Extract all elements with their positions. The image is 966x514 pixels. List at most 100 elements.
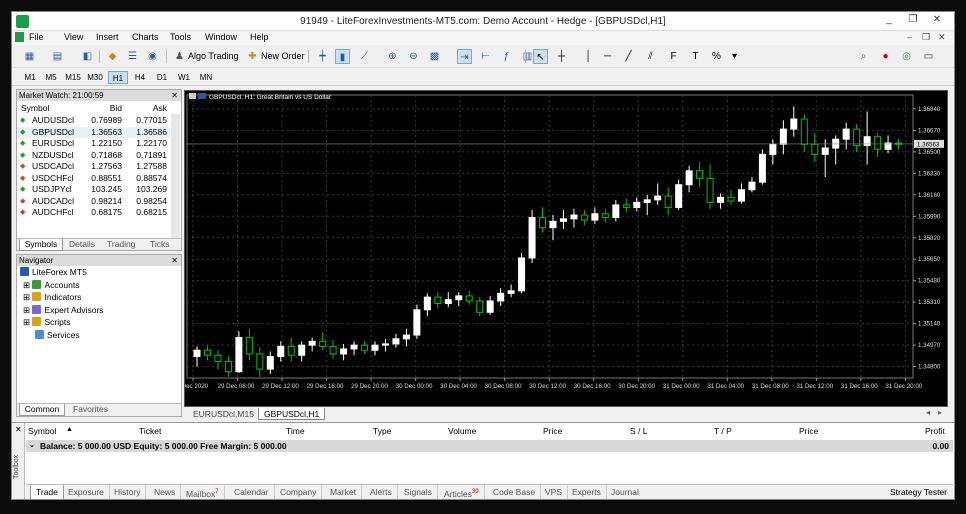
candlestick-chart-icon[interactable]: ▮ [335, 49, 350, 64]
market-watch-row[interactable]: ◆ EURUSDcl 1.22150 1.22170 [17, 138, 170, 149]
menu-view[interactable]: View [64, 32, 83, 42]
tab-vps[interactable]: VPS [545, 485, 569, 499]
algo-trading-icon[interactable]: ♟ [172, 49, 187, 64]
column-type[interactable]: Type [373, 426, 391, 436]
tab-experts[interactable]: Experts [572, 485, 607, 499]
navigator-item-services[interactable]: Services [35, 330, 80, 341]
tab-company[interactable]: Company [280, 485, 323, 499]
timeframe-h4[interactable]: H4 [130, 71, 150, 84]
market-watch-row[interactable]: ◆ AUDUSDcl 0.76989 0.77015 [17, 115, 170, 126]
market-watch-row[interactable]: ◆ NZDUSDcl 0.71868 0.71891 [17, 150, 170, 161]
market-watch-scrollbar[interactable] [171, 114, 180, 239]
timeframe-mn[interactable]: MN [196, 71, 216, 84]
close-icon[interactable]: ✕ [15, 425, 22, 434]
data-window-icon[interactable]: ☰ [125, 49, 140, 64]
column-price[interactable]: Price [543, 426, 562, 436]
column-current-price[interactable]: Price [799, 426, 818, 436]
scroll-right-icon[interactable]: ▸ [938, 408, 942, 417]
column-ask[interactable]: Ask [153, 103, 167, 114]
tab-signals[interactable]: Signals [404, 485, 438, 499]
column-profit[interactable]: Profit [925, 426, 945, 436]
crosshair-icon[interactable]: ┼ [554, 49, 569, 64]
auto-scroll-icon[interactable]: ⇥ [457, 49, 472, 64]
timeframe-m30[interactable]: M30 [85, 71, 105, 84]
mql5-community-icon[interactable]: ◎ [899, 49, 914, 64]
vertical-line-icon[interactable]: │ [581, 49, 596, 64]
menu-help[interactable]: Help [250, 32, 269, 42]
timeframe-m5[interactable]: M5 [41, 71, 61, 84]
profiles-icon[interactable]: ▤ [50, 49, 65, 64]
mdi-restore-button[interactable]: ❐ [922, 32, 930, 43]
tab-ticks[interactable]: Ticks [150, 239, 170, 251]
market-watch-row[interactable]: ◆ GBPUSDcl 1.36563 1.36586 [17, 126, 170, 138]
zoom-out-icon[interactable]: ⊖ [406, 49, 421, 64]
tab-common[interactable]: Common [19, 404, 65, 416]
tab-details[interactable]: Details [69, 239, 95, 251]
close-icon[interactable]: ✕ [171, 90, 178, 101]
tab-code-base[interactable]: Code Base [493, 485, 542, 499]
notifications-icon[interactable]: ● [878, 49, 893, 64]
column-volume[interactable]: Volume [448, 426, 476, 436]
timeframe-h1[interactable]: H1 [108, 71, 128, 84]
chart-shift-icon[interactable]: ⊢ [478, 49, 493, 64]
tab-calendar[interactable]: Calendar [234, 485, 275, 499]
navigator-item-accounts[interactable]: ⊞ Accounts [23, 280, 79, 291]
tab-mailbox[interactable]: Mailbox7 [186, 485, 225, 499]
tab-favorites[interactable]: Favorites [73, 404, 108, 416]
menu-window[interactable]: Window [205, 32, 237, 42]
new-chart-icon[interactable]: ▦ [22, 49, 37, 64]
dropdown-arrow-icon[interactable]: ▾ [727, 49, 742, 64]
candlestick-chart[interactable]: 29 Dec 2020 29 Dec 08:00 29 Dec 12:00 29 De… [173, 91, 947, 406]
algo-trading-button[interactable]: Algo Trading [188, 49, 239, 64]
horizontal-line-icon[interactable]: ─ [600, 49, 615, 64]
tab-trade[interactable]: Trade [30, 485, 64, 499]
close-icon[interactable]: ✕ [171, 255, 178, 266]
tab-articles[interactable]: Articles39 [444, 485, 485, 499]
restore-button[interactable]: ❐ [902, 14, 924, 28]
line-chart-icon[interactable]: ⟋ [357, 49, 372, 64]
navigator-icon[interactable]: ◆ [105, 49, 120, 64]
tab-symbols[interactable]: Symbols [19, 239, 63, 251]
column-bid[interactable]: Bid [110, 103, 122, 114]
cursor-icon[interactable]: ↖ [533, 49, 548, 64]
tab-history[interactable]: History [114, 485, 147, 499]
search-icon[interactable]: ⌕ [856, 49, 871, 64]
timeframe-d1[interactable]: D1 [152, 71, 172, 84]
column-symbol[interactable]: Symbol [28, 426, 56, 436]
new-order-button[interactable]: New Order [261, 49, 305, 64]
strategy-tester-button[interactable]: Strategy Tester [890, 485, 952, 499]
market-watch-row[interactable]: ◆ AUDCHFcl 0.68175 0.68215 [17, 207, 170, 218]
zoom-in-icon[interactable]: ⊕ [385, 49, 400, 64]
menu-file[interactable]: File [29, 32, 44, 42]
chart-tab-gbpusd-h1[interactable]: GBPUSDcl,H1 [258, 408, 326, 420]
column-symbol[interactable]: Symbol [21, 103, 49, 114]
tab-news[interactable]: News [154, 485, 182, 499]
sidebar-toggle-icon[interactable]: ▭ [921, 49, 936, 64]
column-sl[interactable]: S / L [630, 426, 647, 436]
scroll-left-icon[interactable]: ◂ [926, 408, 930, 417]
signals-icon[interactable]: ◉ [145, 49, 160, 64]
market-watch-row[interactable]: ◆ USDCHFcl 0.88551 0.88574 [17, 173, 170, 184]
tab-exposure[interactable]: Exposure [68, 485, 110, 499]
navigator-root[interactable]: LiteForex MT5 [20, 267, 87, 278]
navigator-item-indicators[interactable]: ⊞ Indicators [23, 292, 81, 303]
market-watch-row[interactable]: ◆ AUDCADcl 0.98214 0.98254 [17, 196, 170, 207]
timeframe-m15[interactable]: M15 [63, 71, 83, 84]
minimize-button[interactable]: _ [878, 14, 900, 28]
chart-toggle-icon[interactable] [189, 93, 196, 99]
channel-icon[interactable]: ⫽ [643, 49, 658, 64]
timeframe-m1[interactable]: M1 [20, 71, 40, 84]
mdi-close-button[interactable]: ✕ [938, 32, 946, 43]
indicators-icon[interactable]: ƒ [499, 49, 514, 64]
menu-insert[interactable]: Insert [96, 32, 119, 42]
text-icon[interactable]: T [688, 49, 703, 64]
new-order-icon[interactable]: ✚ [245, 49, 260, 64]
column-time[interactable]: Time [286, 426, 305, 436]
close-button[interactable]: ✕ [926, 14, 948, 28]
trendline-icon[interactable]: ╱ [621, 49, 636, 64]
column-ticket[interactable]: Ticket [139, 426, 161, 436]
navigator-item-expert-advisors[interactable]: ⊞ Expert Advisors [23, 305, 104, 316]
market-watch-row[interactable]: ◆ USDJPYcl 103.245 103.269 [17, 184, 170, 195]
tab-alerts[interactable]: Alerts [370, 485, 398, 499]
tab-journal[interactable]: Journal [611, 485, 644, 499]
